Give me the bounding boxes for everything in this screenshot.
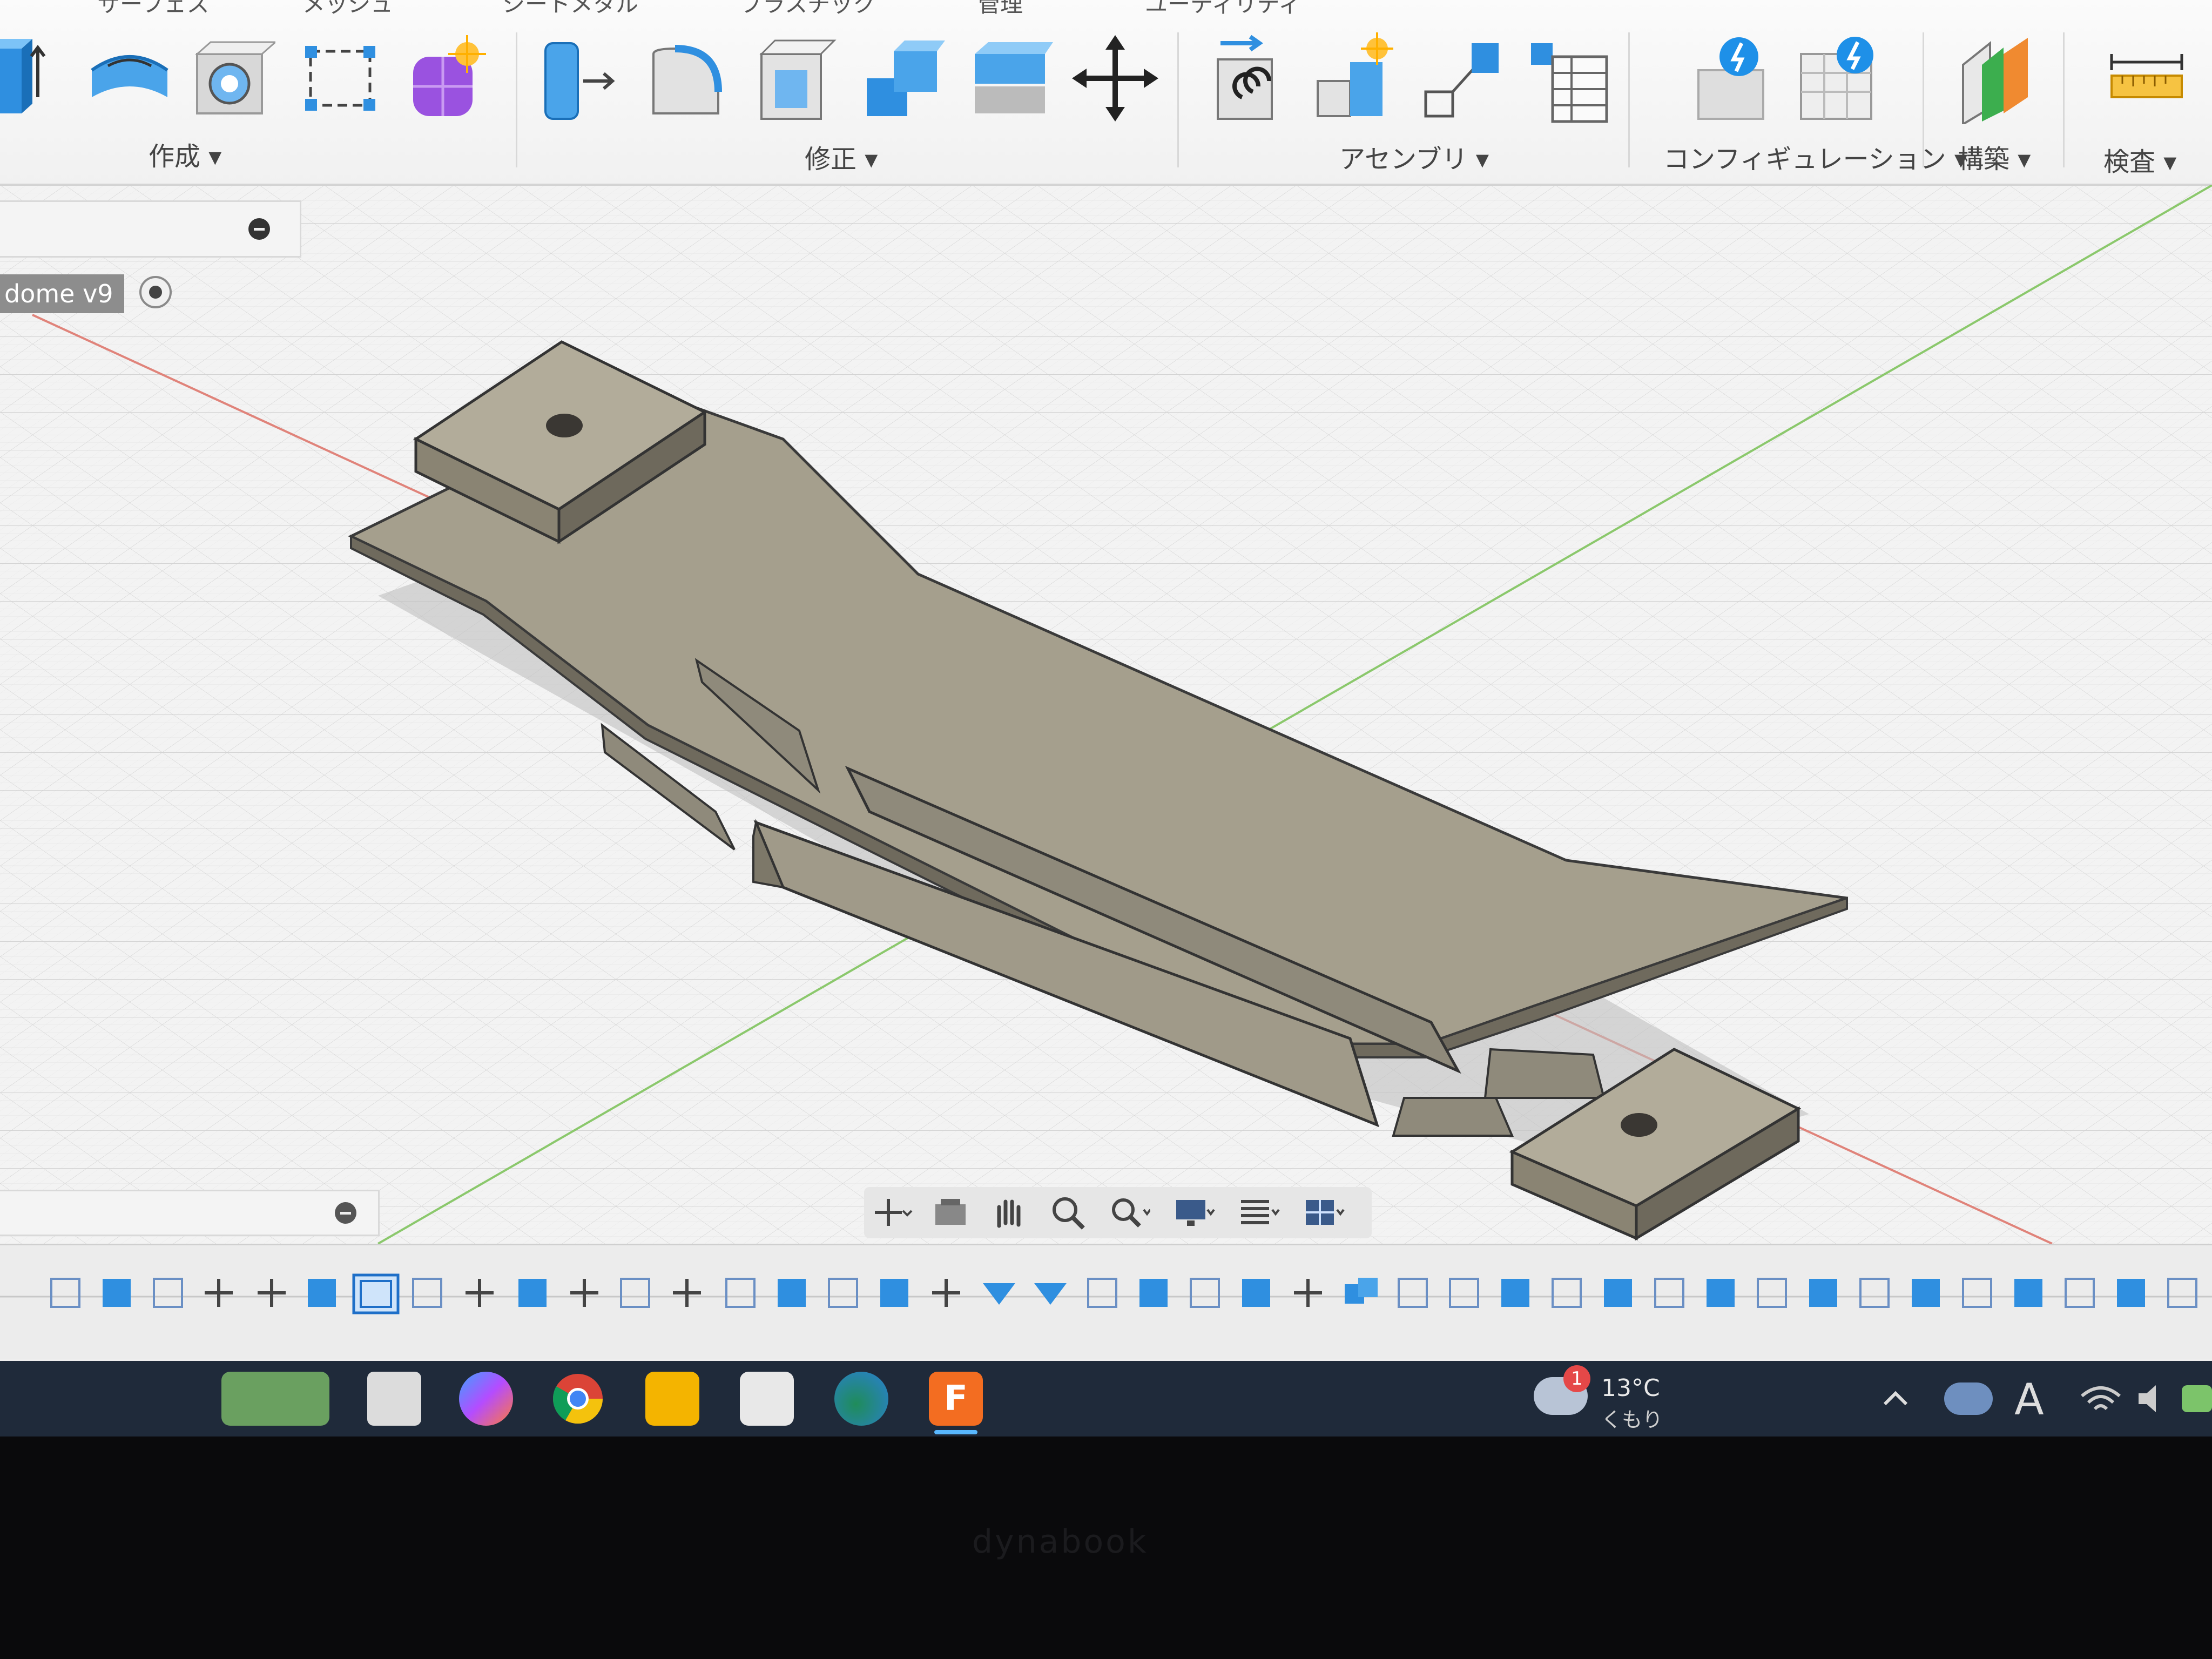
- screen: サーフェス メッシュ シートメタル プラスチック 管理 ユーティリティ 作成 ▾: [0, 0, 2212, 1361]
- wifi-icon[interactable]: [2079, 1380, 2122, 1418]
- pan-hand-icon[interactable]: [988, 1193, 1031, 1231]
- fusion-360-icon[interactable]: F: [929, 1372, 983, 1426]
- tab-plastic[interactable]: プラスチック: [740, 0, 875, 19]
- tab-sheet-metal[interactable]: シートメタル: [502, 0, 638, 19]
- move-copy-icon[interactable]: [1072, 32, 1158, 124]
- comments-panel-bar[interactable]: [0, 1190, 380, 1236]
- fit-zoom-icon[interactable]: [1107, 1193, 1150, 1231]
- design-timeline[interactable]: [0, 1244, 2212, 1359]
- weather-temperature[interactable]: 13°C: [1601, 1374, 1660, 1402]
- group-label-configure[interactable]: コンフィギュレーション ▾: [1663, 138, 1967, 176]
- input-method-icon[interactable]: A: [2014, 1374, 2044, 1425]
- orbit-icon[interactable]: [869, 1193, 913, 1231]
- notification-badge: 1: [1563, 1365, 1590, 1392]
- onedrive-icon[interactable]: [1944, 1382, 1993, 1415]
- fillet-icon[interactable]: [643, 32, 729, 124]
- joint-icon[interactable]: [1310, 32, 1396, 124]
- group-label-modify[interactable]: 修正 ▾: [805, 138, 878, 176]
- bezel-brand-logo: dynabook: [972, 1523, 1149, 1561]
- form-tool-icon[interactable]: [402, 32, 489, 124]
- offset-face-icon[interactable]: [967, 32, 1053, 124]
- measure-icon[interactable]: [2103, 32, 2190, 124]
- display-settings-icon[interactable]: [1172, 1193, 1215, 1231]
- active-document-radio-icon[interactable]: [139, 276, 172, 308]
- windows-taskbar: F 1 A: [0, 1361, 2212, 1437]
- ribbon-toolbar: サーフェス メッシュ シートメタル プラスチック 管理 ユーティリティ 作成 ▾: [0, 0, 2212, 185]
- revolve-tool-icon[interactable]: [86, 32, 173, 124]
- viewports-icon[interactable]: [1301, 1193, 1345, 1231]
- timeline-features[interactable]: [0, 1245, 2212, 1359]
- chevron-up-icon[interactable]: [1879, 1382, 1912, 1415]
- copilot-icon[interactable]: [459, 1372, 513, 1426]
- hole-tool-icon[interactable]: [189, 32, 278, 124]
- widgets-icon[interactable]: [221, 1372, 329, 1426]
- microsoft-store-icon[interactable]: [740, 1372, 794, 1426]
- tab-surface[interactable]: サーフェス: [97, 0, 209, 19]
- chrome-icon[interactable]: [551, 1372, 605, 1426]
- group-divider: [1923, 32, 1924, 167]
- group-divider: [1177, 32, 1179, 167]
- configuration-table-icon[interactable]: [1793, 32, 1879, 124]
- document-name-tag[interactable]: dome v9: [0, 274, 124, 313]
- group-divider: [2063, 32, 2065, 167]
- edge-icon[interactable]: [834, 1372, 888, 1426]
- timeline-feature-icons: [50, 1273, 2197, 1314]
- collapse-icon[interactable]: [335, 1202, 356, 1224]
- group-label-assemble[interactable]: アセンブリ ▾: [1339, 138, 1489, 176]
- active-app-indicator: [934, 1430, 977, 1434]
- file-explorer-window-icon[interactable]: [367, 1372, 421, 1426]
- zoom-icon[interactable]: [1048, 1193, 1091, 1231]
- sketch-rectangle-icon[interactable]: [297, 32, 383, 124]
- group-label-inspect[interactable]: 検査 ▾: [2103, 140, 2176, 178]
- configure-icon[interactable]: [1688, 32, 1774, 124]
- group-label-construct[interactable]: 構築 ▾: [1958, 138, 2031, 176]
- combine-icon[interactable]: [859, 32, 945, 124]
- battery-icon[interactable]: [2182, 1385, 2212, 1412]
- extrude-tool-icon[interactable]: [0, 32, 54, 124]
- folder-icon[interactable]: [645, 1372, 699, 1426]
- as-built-joint-icon[interactable]: [1418, 32, 1504, 124]
- browser-panel-header[interactable]: [0, 200, 301, 258]
- navigation-toolbar: [864, 1187, 1372, 1238]
- new-component-icon[interactable]: [1204, 32, 1291, 124]
- bill-of-materials-icon[interactable]: [1523, 32, 1609, 124]
- tab-utilities[interactable]: ユーティリティ: [1145, 0, 1301, 19]
- tab-manage[interactable]: 管理: [977, 0, 1023, 19]
- shell-icon[interactable]: [751, 32, 837, 124]
- weather-description[interactable]: くもり: [1601, 1403, 1663, 1433]
- ground-grid: [0, 185, 2212, 1244]
- look-at-icon[interactable]: [929, 1193, 972, 1231]
- speaker-icon[interactable]: [2133, 1380, 2171, 1418]
- group-label-create[interactable]: 作成 ▾: [149, 135, 221, 173]
- press-pull-icon[interactable]: [535, 32, 621, 124]
- group-divider: [1628, 32, 1630, 167]
- collapse-icon[interactable]: [248, 218, 270, 240]
- grid-settings-icon[interactable]: [1237, 1193, 1280, 1231]
- tab-mesh[interactable]: メッシュ: [302, 0, 393, 19]
- group-divider: [516, 32, 517, 167]
- canvas-viewport[interactable]: dome v9: [0, 185, 2212, 1244]
- offset-plane-icon[interactable]: [1952, 32, 2039, 126]
